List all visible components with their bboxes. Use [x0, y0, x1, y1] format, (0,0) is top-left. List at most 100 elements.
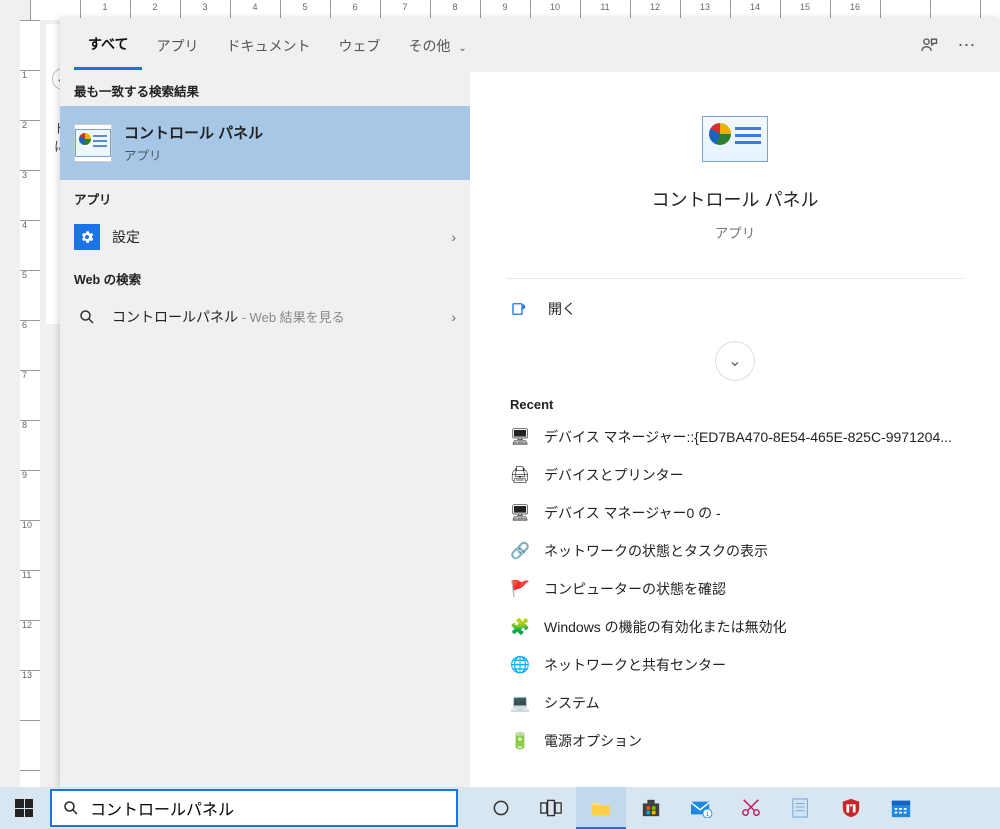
best-match-result[interactable]: コントロール パネル アプリ: [60, 106, 470, 180]
mcafee-icon[interactable]: [826, 787, 876, 829]
chevron-right-icon: ›: [451, 229, 456, 245]
result-label: 設定: [112, 227, 140, 247]
ruler-tick: 16: [830, 2, 880, 12]
tab-documents[interactable]: ドキュメント: [212, 22, 324, 69]
search-input[interactable]: [90, 799, 446, 817]
control-panel-icon: [702, 116, 768, 162]
tab-all[interactable]: すべて: [74, 20, 142, 70]
section-apps: アプリ: [60, 180, 470, 214]
chevron-down-icon: ⌄: [728, 351, 741, 371]
more-options-icon[interactable]: ⋯: [948, 26, 986, 64]
search-icon: [74, 304, 100, 330]
tab-more-label: その他: [408, 38, 450, 54]
ruler-tick: 12: [630, 2, 680, 12]
ruler-tick: 15: [780, 2, 830, 12]
recent-item[interactable]: 🌐 ネットワークと共有センター: [470, 646, 1000, 684]
device-manager-icon: 🖥: [510, 503, 530, 523]
device-manager-icon: 🖥: [510, 427, 530, 447]
ruler-tick: 6: [330, 2, 380, 12]
start-button[interactable]: [0, 787, 48, 829]
ruler-tick: 3: [180, 2, 230, 12]
recent-heading: Recent: [470, 385, 1000, 418]
ruler-tick: 14: [730, 2, 780, 12]
snipping-tool-icon[interactable]: [726, 787, 776, 829]
best-match-subtitle: アプリ: [124, 145, 263, 164]
power-icon: 🔋: [510, 731, 530, 751]
ruler-tick: 3: [22, 170, 27, 220]
svg-text:1: 1: [706, 811, 710, 818]
ruler-tick: 7: [380, 2, 430, 12]
printer-icon: 🖨: [510, 465, 530, 485]
network-share-icon: 🌐: [510, 655, 530, 675]
ruler-tick: 9: [480, 2, 530, 12]
recent-item-label: Windows の機能の有効化または無効化: [544, 617, 787, 637]
recent-item[interactable]: 🖥 デバイス マネージャー::{ED7BA470-8E54-465E-825C-…: [470, 418, 1000, 456]
ruler-tick: 11: [580, 2, 630, 12]
recent-item[interactable]: 🔋 電源オプション: [470, 722, 1000, 760]
ruler-tick: 6: [22, 320, 27, 370]
recent-item[interactable]: 🔗 ネットワークの状態とタスクの表示: [470, 532, 1000, 570]
ruler-tick: 10: [22, 520, 32, 570]
windows-icon: [15, 799, 33, 817]
recent-item-label: ネットワークと共有センター: [544, 655, 726, 675]
cortana-icon[interactable]: [476, 787, 526, 829]
section-best-match: 最も一致する検索結果: [60, 72, 470, 106]
mail-icon[interactable]: 1: [676, 787, 726, 829]
ruler-tick: 11: [22, 570, 31, 620]
expand-button[interactable]: ⌄: [715, 341, 755, 381]
feedback-icon[interactable]: [910, 26, 948, 64]
ruler-tick: 12: [22, 620, 32, 670]
taskbar-search[interactable]: [50, 789, 458, 827]
open-action[interactable]: 開く: [470, 279, 1000, 339]
store-icon[interactable]: [626, 787, 676, 829]
ruler-tick: 13: [680, 2, 730, 12]
taskbar-icons: 1: [476, 787, 926, 829]
calendar-icon[interactable]: [876, 787, 926, 829]
control-panel-icon: [74, 124, 112, 162]
gear-icon: [74, 224, 100, 250]
task-view-icon[interactable]: [526, 787, 576, 829]
ruler-tick: 2: [130, 2, 180, 12]
recent-item-label: 電源オプション: [544, 731, 642, 751]
tab-apps[interactable]: アプリ: [142, 22, 212, 69]
results-list: 最も一致する検索結果 コントロール パネル アプリ アプリ 設定 › Web の…: [60, 72, 470, 789]
open-icon: [510, 300, 532, 318]
network-icon: 🔗: [510, 541, 530, 561]
ruler-tick: 9: [22, 470, 27, 520]
vertical-ruler: 1 2 3 4 5 6 7 8 9 10 11 12 13: [20, 20, 40, 789]
result-web-controlpanel[interactable]: コントロールパネル - Web 結果を見る ›: [60, 294, 470, 340]
section-web: Web の検索: [60, 260, 470, 294]
recent-item[interactable]: 🖨 デバイスとプリンター: [470, 456, 1000, 494]
file-explorer-icon[interactable]: [576, 787, 626, 829]
preview-subtitle: アプリ: [715, 222, 756, 242]
recent-item[interactable]: 🧩 Windows の機能の有効化または無効化: [470, 608, 1000, 646]
tab-more[interactable]: その他 ⌄: [394, 22, 480, 69]
preview-title: コントロール パネル: [651, 186, 818, 212]
ruler-tick: 8: [430, 2, 480, 12]
ruler-tick: 13: [22, 670, 32, 720]
recent-item[interactable]: 🚩 コンピューターの状態を確認: [470, 570, 1000, 608]
recent-item[interactable]: 🖥 デバイス マネージャー0 の -: [470, 494, 1000, 532]
taskbar: 1: [0, 787, 1000, 829]
recent-item-label: コンピューターの状態を確認: [544, 579, 726, 599]
recent-item-label: システム: [544, 693, 600, 713]
result-label: コントロールパネル - Web 結果を見る: [112, 307, 345, 327]
tab-web[interactable]: ウェブ: [324, 22, 394, 69]
recent-item-label: ネットワークの状態とタスクの表示: [544, 541, 768, 561]
preview-pane: コントロール パネル アプリ 開く ⌄ Recent 🖥 デバイス マネージャー…: [470, 72, 1000, 789]
recent-item-label: デバイスとプリンター: [544, 465, 684, 485]
notepad-icon[interactable]: [776, 787, 826, 829]
recent-item-label: デバイス マネージャー::{ED7BA470-8E54-465E-825C-99…: [544, 427, 952, 447]
web-suffix: - Web 結果を見る: [238, 310, 345, 325]
ruler-tick: 8: [22, 420, 27, 470]
ruler-tick: 2: [22, 120, 27, 170]
ruler-tick: 1: [80, 2, 130, 12]
flag-icon: 🚩: [510, 579, 530, 599]
features-icon: 🧩: [510, 617, 530, 637]
best-match-title: コントロール パネル: [124, 122, 263, 143]
recent-item[interactable]: 💻 システム: [470, 684, 1000, 722]
search-flyout: すべて アプリ ドキュメント ウェブ その他 ⌄ ⋯ 最も一致する検索結果 コン…: [60, 18, 1000, 789]
result-settings[interactable]: 設定 ›: [60, 214, 470, 260]
ruler-tick: 5: [22, 270, 27, 320]
horizontal-ruler: 1 2 3 4 5 6 7 8 9 10 11 12 13 14 15 16: [30, 0, 1000, 20]
